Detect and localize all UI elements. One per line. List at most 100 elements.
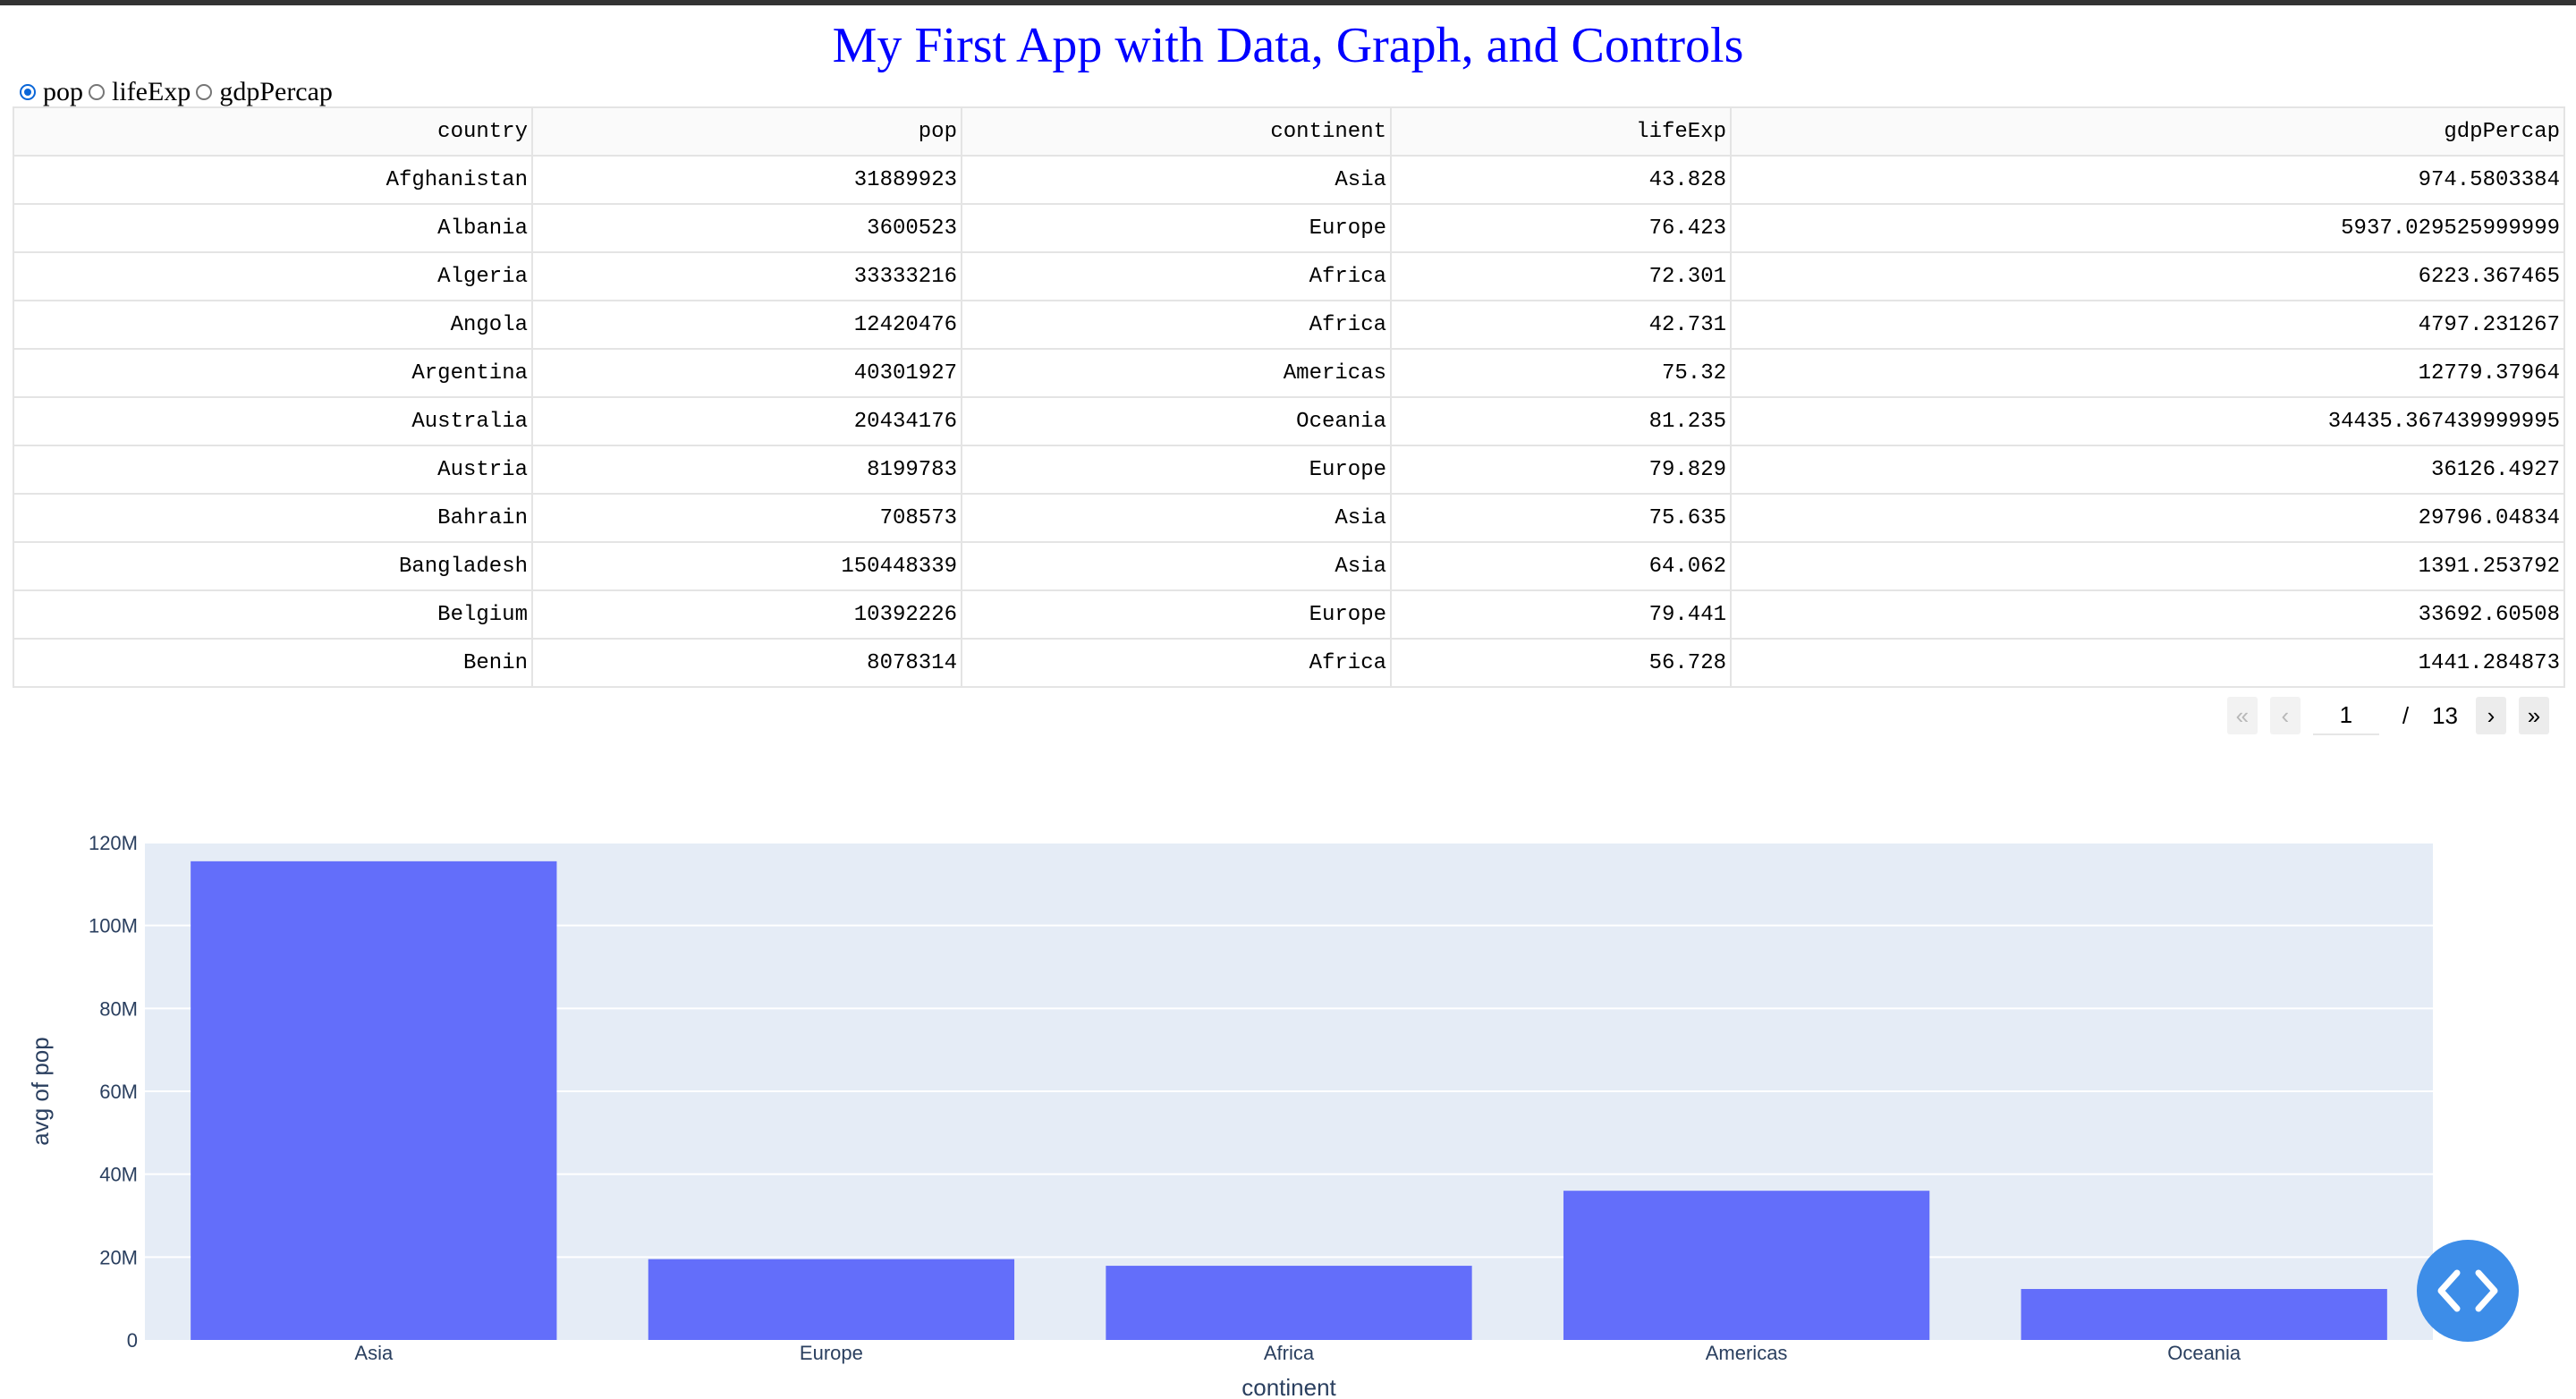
column-header-gdppercap[interactable]: gdpPercap [1730,106,2565,157]
pagination: « ‹ / 13 › » [2215,694,2549,737]
table-cell[interactable]: 36126.4927 [1730,445,2565,495]
table-cell[interactable]: Angola [13,300,533,350]
radio-option-gdppercap[interactable]: gdpPercap [196,77,333,107]
bar-chart: 0 20M 40M 60M 80M 100M 120M Asia Europe Africa Ame… [27,832,2433,1399]
table-cell[interactable]: 56.728 [1390,638,1732,688]
table-cell[interactable]: 1441.284873 [1730,638,2565,688]
table-cell[interactable]: 64.062 [1390,541,1732,591]
next-page-button[interactable]: › [2476,697,2506,734]
radio-option-pop[interactable]: pop [20,77,83,107]
previous-page-button[interactable]: ‹ [2269,697,2301,734]
radio-option-lifeexp[interactable]: lifeExp [89,77,191,107]
table-cell[interactable]: Bahrain [13,493,533,543]
table-cell[interactable]: 33333216 [531,251,962,301]
table-cell[interactable]: Asia [961,493,1392,543]
table-cell[interactable]: 6223.367465 [1730,251,2565,301]
table-cell[interactable]: 12420476 [531,300,962,350]
radio-label-lifeexp: lifeExp [112,77,191,106]
table-row: Bahrain 708573 Asia 75.635 29796.04834 [13,493,2565,543]
column-header-continent[interactable]: continent [961,106,1392,157]
current-page-input[interactable] [2312,696,2379,735]
table-row: Afghanistan 31889923 Asia 43.828 974.580… [13,155,2565,205]
bar [1563,1191,1930,1340]
page-title: My First App with Data, Graph, and Contr… [832,18,1744,73]
radio-button-lifeexp[interactable] [89,84,105,100]
y-tick-label: 20M [99,1246,138,1268]
window-top-border [0,0,2576,5]
radio-button-gdppercap[interactable] [196,84,213,100]
table-cell[interactable]: 72.301 [1390,251,1732,301]
table-cell[interactable]: Albania [13,203,533,253]
table-cell[interactable]: Africa [961,251,1392,301]
metric-radio-group: pop lifeExp gdpPercap [20,75,338,109]
page-separator: / [2402,701,2410,729]
table-row: Belgium 10392226 Europe 79.441 33692.605… [13,589,2565,640]
first-page-button[interactable]: « [2226,697,2258,734]
table-cell[interactable]: Austria [13,445,533,495]
table-cell[interactable]: Asia [961,155,1392,205]
y-tick-label: 0 [127,1329,138,1352]
table-cell[interactable]: Oceania [961,396,1392,446]
table-row: Algeria 33333216 Africa 72.301 6223.3674… [13,251,2565,301]
table-cell[interactable]: Algeria [13,251,533,301]
table-cell[interactable]: 79.829 [1390,445,1732,495]
table-row: Austria 8199783 Europe 79.829 36126.4927 [13,445,2565,495]
table-cell[interactable]: 33692.60508 [1730,589,2565,640]
y-tick-label: 120M [89,832,138,854]
table-cell[interactable]: 150448339 [531,541,962,591]
y-axis-label: avg of pop [27,1037,54,1145]
table-cell[interactable]: 8199783 [531,445,962,495]
table-cell[interactable]: 81.235 [1390,396,1732,446]
table-cell[interactable]: 12779.37964 [1730,348,2565,398]
table-cell[interactable]: 1391.253792 [1730,541,2565,591]
table-cell[interactable]: 75.635 [1390,493,1732,543]
table-cell[interactable]: Bangladesh [13,541,533,591]
table-row: Bangladesh 150448339 Asia 64.062 1391.25… [13,541,2565,591]
table-cell[interactable]: 79.441 [1390,589,1732,640]
table-cell[interactable]: Europe [961,589,1392,640]
table-cell[interactable]: 974.5803384 [1730,155,2565,205]
table-cell[interactable]: Africa [961,638,1392,688]
table-cell[interactable]: 4797.231267 [1730,300,2565,350]
table-cell[interactable]: 5937.029525999999 [1730,203,2565,253]
bar [1106,1266,1472,1340]
table-cell[interactable]: Benin [13,638,533,688]
column-header-country[interactable]: country [13,106,533,157]
table-cell[interactable]: 42.731 [1390,300,1732,350]
x-tick-label: Europe [800,1342,863,1364]
table-cell[interactable]: Europe [961,203,1392,253]
table-cell[interactable]: 76.423 [1390,203,1732,253]
table-cell[interactable]: Europe [961,445,1392,495]
column-header-pop[interactable]: pop [531,106,962,157]
table-cell[interactable]: 708573 [531,493,962,543]
table-cell[interactable]: 8078314 [531,638,962,688]
data-table: country pop continent lifeExp gdpPercap … [13,106,2565,688]
table-cell[interactable]: Afghanistan [13,155,533,205]
table-cell[interactable]: 10392226 [531,589,962,640]
y-tick-label: 40M [99,1164,138,1186]
table-cell[interactable]: 3600523 [531,203,962,253]
bar [648,1259,1015,1340]
table-cell[interactable]: Americas [961,348,1392,398]
table-cell[interactable]: 43.828 [1390,155,1732,205]
table-cell[interactable]: Asia [961,541,1392,591]
radio-label-pop: pop [43,77,83,106]
radio-button-pop[interactable] [20,84,36,100]
table-cell[interactable]: 20434176 [531,396,962,446]
table-cell[interactable]: Belgium [13,589,533,640]
y-tick-label: 100M [89,915,138,937]
code-brackets-icon [2437,1269,2498,1312]
column-header-lifeexp[interactable]: lifeExp [1390,106,1732,157]
table-cell[interactable]: 75.32 [1390,348,1732,398]
table-cell[interactable]: Africa [961,300,1392,350]
table-cell[interactable]: Australia [13,396,533,446]
table-cell[interactable]: 40301927 [531,348,962,398]
x-tick-label: Africa [1264,1342,1315,1364]
table-cell[interactable]: 34435.367439999995 [1730,396,2565,446]
table-cell[interactable]: 31889923 [531,155,962,205]
last-page-button[interactable]: » [2519,697,2549,734]
code-toggle-button[interactable] [2417,1240,2519,1342]
y-tick-label: 60M [99,1081,138,1103]
table-cell[interactable]: 29796.04834 [1730,493,2565,543]
table-cell[interactable]: Argentina [13,348,533,398]
